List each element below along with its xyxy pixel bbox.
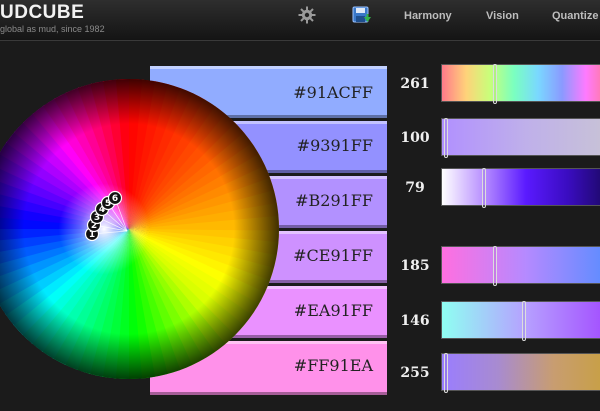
swatch-hex-label: #B291FF [295, 191, 373, 210]
swatch-hex-label: #91ACFF [293, 83, 373, 102]
app-tagline: global as mud, since 1982 [0, 24, 105, 34]
nav-quantize[interactable]: Quantize [552, 10, 598, 22]
slider-value: 79 [405, 180, 425, 196]
swatch-hex-label: #FF91EA [293, 356, 373, 375]
swatch-hex-label: #EA91FF [293, 301, 373, 320]
app-logo: UDCUBE [0, 2, 85, 23]
app-window: UDCUBE global as mud, since 1982 Harmony… [0, 0, 600, 411]
wheel-handle-6[interactable]: 6 [107, 190, 123, 206]
slider-thumb[interactable] [482, 168, 486, 208]
nav-harmony[interactable]: Harmony [404, 10, 452, 22]
slider-5[interactable] [441, 301, 600, 341]
wheel-center-glow [34, 159, 174, 299]
top-toolbar: UDCUBE global as mud, since 1982 Harmony… [0, 0, 600, 41]
slider-4[interactable] [441, 246, 600, 286]
swatch-hex-label: #CE91FF [293, 246, 373, 265]
handle-number: 6 [112, 194, 118, 204]
slider-thumb[interactable] [444, 353, 448, 393]
slider-value: 261 [400, 76, 430, 92]
nav-vision[interactable]: Vision [486, 10, 519, 22]
slider-value: 185 [400, 258, 430, 274]
slider-1[interactable] [441, 64, 600, 104]
slider-3[interactable] [441, 168, 600, 208]
save-icon[interactable] [352, 6, 372, 31]
slider-thumb[interactable] [444, 118, 448, 158]
slider-thumb[interactable] [493, 64, 497, 104]
slider-value: 255 [400, 365, 430, 381]
slider-value: 100 [400, 130, 430, 146]
slider-6[interactable] [441, 353, 600, 393]
swatch-hex-label: #9391FF [296, 136, 373, 155]
slider-value: 146 [400, 313, 430, 329]
color-wheel[interactable]: 12345 6 [0, 66, 281, 392]
gear-icon[interactable] [298, 6, 316, 29]
slider-thumb[interactable] [522, 301, 526, 341]
slider-thumb[interactable] [493, 246, 497, 286]
slider-2[interactable] [441, 118, 600, 158]
